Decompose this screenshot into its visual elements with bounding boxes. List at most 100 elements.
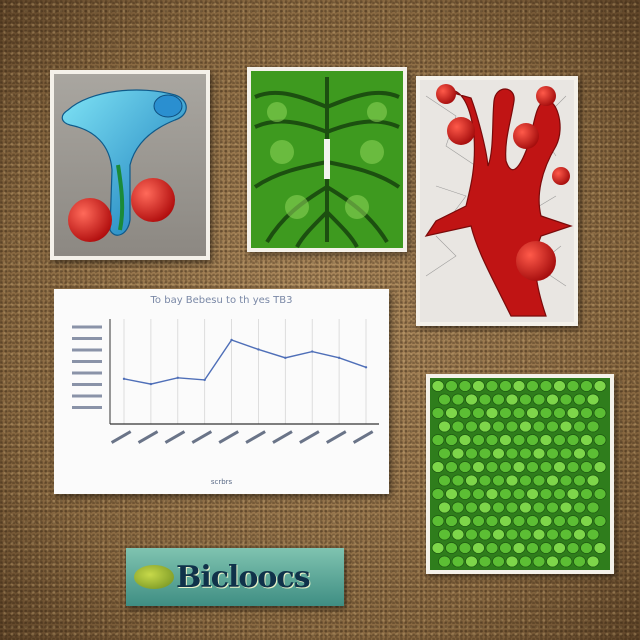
chart-x-label: scrbrs <box>210 478 233 486</box>
cell <box>559 528 573 541</box>
cell <box>438 501 451 514</box>
chart-point <box>364 366 368 369</box>
chart-points <box>122 338 368 386</box>
cell <box>472 542 485 554</box>
y-tick-label <box>72 406 102 409</box>
cell <box>505 474 519 487</box>
chart-point <box>176 376 179 379</box>
cell <box>546 420 559 433</box>
chart-point <box>337 356 341 360</box>
x-tick-label <box>110 430 132 444</box>
cell <box>492 393 505 406</box>
cell <box>458 461 472 473</box>
cell <box>512 407 526 419</box>
cell <box>492 501 505 514</box>
cell <box>458 488 472 500</box>
cell <box>431 461 445 473</box>
cell <box>532 555 546 568</box>
cell-blob-icon <box>134 565 174 589</box>
cell <box>586 528 600 541</box>
chart-point <box>230 338 233 342</box>
cell <box>519 447 532 460</box>
cell <box>499 434 512 446</box>
x-tick-label <box>245 430 266 444</box>
cell <box>465 528 478 541</box>
cell <box>472 488 485 500</box>
cell <box>573 555 586 568</box>
y-tick-label <box>72 371 102 375</box>
cell <box>580 542 593 554</box>
x-tick-label <box>272 430 293 444</box>
cell <box>438 447 451 460</box>
chart-point <box>149 382 153 386</box>
cell <box>519 501 532 514</box>
cell <box>458 515 472 527</box>
cell <box>553 434 566 446</box>
badge-title: Bicloocs <box>176 559 311 595</box>
cell <box>445 434 458 446</box>
cell <box>593 434 607 446</box>
chart-point <box>122 377 126 381</box>
red-vessel-illustration <box>420 80 574 322</box>
cell <box>553 461 566 473</box>
cell <box>532 393 546 406</box>
cell <box>593 488 607 500</box>
cell <box>478 501 492 514</box>
cell <box>512 461 526 473</box>
biology-badge: Bicloocs <box>126 548 344 606</box>
y-tick-label <box>72 383 102 386</box>
cell <box>586 420 600 433</box>
cell <box>445 380 458 392</box>
anatomy-illustration <box>54 74 206 256</box>
cell <box>431 515 445 527</box>
leaf-pattern-illustration <box>251 71 403 248</box>
cell <box>445 407 458 419</box>
cell <box>451 528 465 541</box>
cell <box>438 555 451 568</box>
cell <box>532 501 546 514</box>
cell <box>512 515 526 527</box>
cell <box>431 407 445 419</box>
cell <box>451 555 465 568</box>
cell <box>512 488 526 500</box>
cell <box>559 420 573 433</box>
cell <box>546 528 559 541</box>
cell <box>566 461 580 473</box>
chart-point <box>257 348 260 351</box>
cell <box>472 407 485 419</box>
cell <box>580 407 593 419</box>
cell <box>526 407 539 419</box>
cell <box>505 555 519 568</box>
cell <box>580 488 593 500</box>
cell <box>445 488 458 500</box>
cell <box>472 515 485 527</box>
cell <box>586 447 600 460</box>
cell <box>465 393 478 406</box>
green-cells-card <box>426 374 614 574</box>
cell <box>499 407 512 419</box>
cell <box>478 447 492 460</box>
cell <box>445 542 458 554</box>
cell <box>492 447 505 460</box>
chart-grid <box>123 319 367 424</box>
cell <box>499 542 512 554</box>
cell <box>526 515 539 527</box>
x-tick-label <box>137 430 159 444</box>
cell <box>546 501 559 514</box>
cell <box>526 488 539 500</box>
cell <box>451 420 465 433</box>
cell <box>485 488 499 500</box>
cell <box>519 420 532 433</box>
cell <box>478 420 492 433</box>
cell <box>485 542 499 554</box>
cell <box>505 501 519 514</box>
chart-point <box>203 378 206 382</box>
cell <box>478 528 492 541</box>
cell <box>559 447 573 460</box>
x-tick-label <box>299 430 320 444</box>
cell <box>451 447 465 460</box>
chart-point <box>284 356 287 360</box>
chart-y-ticks <box>72 325 102 409</box>
cell <box>492 420 505 433</box>
cell <box>553 407 566 419</box>
